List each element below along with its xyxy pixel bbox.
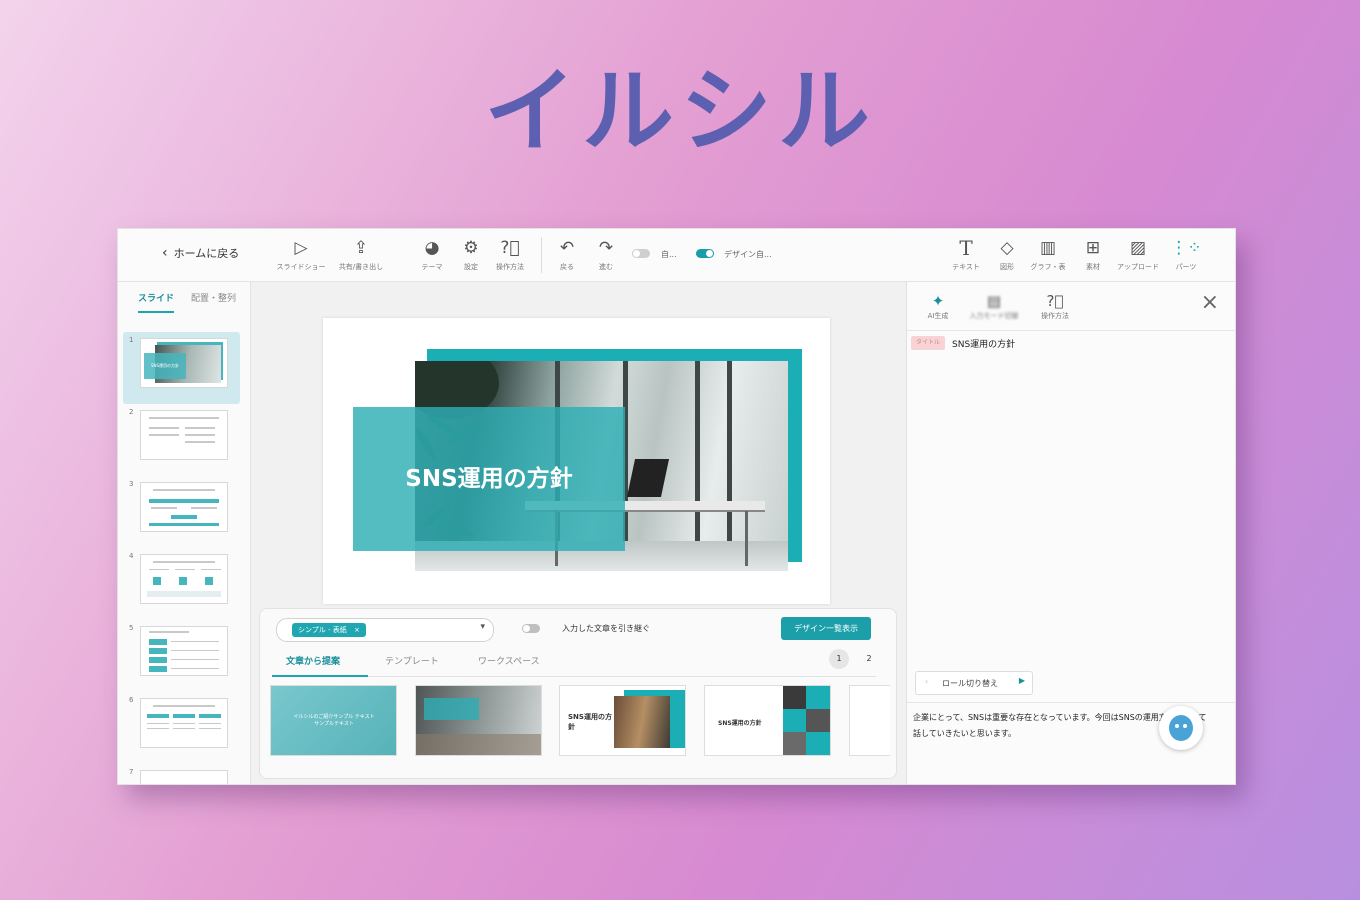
design-card-3-title: SNS運用の方針 xyxy=(568,713,612,731)
design-card-2[interactable] xyxy=(415,685,542,756)
share-export-button[interactable]: ⇪ 共有/書き出し xyxy=(331,237,391,272)
play-icon: ▶ xyxy=(1018,676,1025,685)
thumbnail-preview xyxy=(140,698,228,748)
outline-title[interactable]: SNS運用の方針 xyxy=(952,337,1015,350)
thumbnail-preview xyxy=(140,770,228,784)
play-screen-icon: ▷ xyxy=(294,238,308,258)
slide-title[interactable]: SNS運用の方針 xyxy=(353,459,625,493)
design-card-4-title: SNS運用の方針 xyxy=(718,720,762,727)
toolbar: ‹ ホームに戻る ▷ スライドショー ⇪ 共有/書き出し ◕ テーマ ⚙ 設定 … xyxy=(118,229,1235,282)
design-list-button[interactable]: デザイン一覧表示 xyxy=(781,617,871,640)
slide-thumbnail-6[interactable]: 6 xyxy=(118,692,250,764)
slide-number: 4 xyxy=(129,552,134,560)
slide-number: 3 xyxy=(129,480,134,488)
slide-thumbnail-4[interactable]: 4 xyxy=(118,548,250,620)
tab-suggest-from-text[interactable]: 文章から提案 xyxy=(286,654,340,667)
thumbnail-preview: SNS運用の方針 xyxy=(140,338,228,388)
slide-thumbnail-7[interactable]: 7 xyxy=(118,764,250,784)
thumbnail-preview xyxy=(140,410,228,460)
close-icon[interactable]: × xyxy=(354,626,360,634)
design-card-4[interactable]: SNS運用の方針 xyxy=(704,685,831,756)
redo-button[interactable]: ↷ 進む xyxy=(576,237,636,272)
tab-arrange[interactable]: 配置・整列 xyxy=(191,291,236,304)
back-home-button[interactable]: ‹ ホームに戻る xyxy=(162,245,239,261)
active-tab-underline xyxy=(272,675,368,677)
design-card-1-text: イルシルのご紹介サンプル テキストサンプルテキスト xyxy=(293,714,375,727)
share-icon: ⇪ xyxy=(353,238,369,258)
mascot-icon xyxy=(1169,715,1193,741)
slide-thumbnail-5[interactable]: 5 xyxy=(118,620,250,692)
slide-thumbnail-1[interactable]: 1 SNS運用の方針 xyxy=(123,332,240,404)
keep-text-label: 入力した文章を引き継ぐ xyxy=(562,624,650,633)
share-export-label: 共有/書き出し xyxy=(338,263,384,271)
slide-title-box[interactable]: SNS運用の方針 xyxy=(353,407,625,551)
slideshow-button[interactable]: ▷ スライドショー xyxy=(271,237,331,272)
parts-tool-button[interactable]: ⋮⁘ パーツ xyxy=(1156,237,1216,272)
input-mode-button[interactable]: ▤ 入力モード切替 xyxy=(967,291,1021,321)
role-switch-button[interactable]: ‹ ロール切り替え ▶ xyxy=(915,671,1033,695)
auto-toggle-label: 自... xyxy=(661,250,677,259)
assistant-chat-button[interactable] xyxy=(1159,706,1203,750)
role-switch-label: ロール切り替え xyxy=(942,679,998,688)
ai-generate-label: AI生成 xyxy=(927,312,949,320)
input-mode-label: 入力モード切替 xyxy=(969,312,1019,320)
input-mode-icon: ▤ xyxy=(986,292,1002,310)
design-auto-toggle[interactable] xyxy=(696,249,714,258)
slide-number: 2 xyxy=(129,408,134,416)
slide-canvas[interactable]: SNS運用の方針 xyxy=(323,318,830,604)
slide-thumbnail-3[interactable]: 3 xyxy=(118,476,250,548)
tab-template[interactable]: テンプレート xyxy=(385,654,439,667)
redo-icon: ↷ xyxy=(598,238,614,258)
slide-number: 5 xyxy=(129,624,134,632)
design-card-3[interactable]: SNS運用の方針 xyxy=(559,685,686,756)
slideshow-label: スライドショー xyxy=(276,263,326,271)
slide-number: 6 xyxy=(129,696,134,704)
ai-generate-button[interactable]: ✦ AI生成 xyxy=(911,291,965,321)
thumbnail-title: SNS運用の方針 xyxy=(150,363,180,368)
design-filter-select[interactable]: シンプル - 表紙 × ▾ xyxy=(276,618,494,642)
parts-tool-label: パーツ xyxy=(1175,263,1197,271)
design-card-1[interactable]: イルシルのご紹介サンプル テキストサンプルテキスト xyxy=(270,685,397,756)
design-auto-toggle-label: デザイン自... xyxy=(724,250,772,259)
hero-title: イルシル xyxy=(483,58,876,165)
slide-thumbnail-2[interactable]: 2 xyxy=(118,404,250,476)
help-circle-icon: ?⃝ xyxy=(1046,292,1064,310)
slide-thumbnail-list: 1 SNS運用の方針 2 3 4 5 6 7 xyxy=(118,332,250,784)
page-1-button[interactable]: 1 xyxy=(829,649,849,669)
filter-chip[interactable]: シンプル - 表紙 × xyxy=(292,623,366,637)
thumbnail-preview xyxy=(140,626,228,676)
chevron-left-icon: ‹ xyxy=(162,245,168,261)
chevron-left-icon: ‹ xyxy=(925,677,929,686)
design-panel: シンプル - 表紙 × ▾ 入力した文章を引き継ぐ デザイン一覧表示 文章から提… xyxy=(259,608,897,779)
ai-help-label: 操作方法 xyxy=(1041,312,1069,320)
ai-panel: ✦ AI生成 ▤ 入力モード切替 ?⃝ 操作方法 × タイトル SNS運用の方針… xyxy=(906,282,1235,784)
help-label: 操作方法 xyxy=(496,263,524,271)
close-icon[interactable]: × xyxy=(1201,290,1219,315)
slide-number: 7 xyxy=(129,768,134,776)
help-circle-icon: ?⃝ xyxy=(500,238,520,258)
tab-workspace[interactable]: ワークスペース xyxy=(478,654,540,667)
design-card-5[interactable] xyxy=(849,685,890,756)
keep-text-toggle[interactable] xyxy=(522,624,540,633)
auto-toggle[interactable] xyxy=(632,249,650,258)
slide-list-panel: スライド 配置・整列 1 SNS運用の方針 2 3 4 5 6 7 xyxy=(118,282,251,784)
help-button[interactable]: ?⃝ 操作方法 xyxy=(480,237,540,272)
app-window: ‹ ホームに戻る ▷ スライドショー ⇪ 共有/書き出し ◕ テーマ ⚙ 設定 … xyxy=(117,228,1236,785)
chevron-down-icon[interactable]: ▾ xyxy=(480,622,485,632)
slide-number: 1 xyxy=(129,336,134,344)
sparkle-icon: ✦ xyxy=(931,292,945,310)
thumbnail-preview xyxy=(140,554,228,604)
redo-label: 進む xyxy=(599,263,613,271)
thumbnail-preview xyxy=(140,482,228,532)
parts-icon: ⋮⁘ xyxy=(1170,238,1202,258)
filter-chip-label: シンプル - 表紙 xyxy=(298,626,347,634)
ai-help-button[interactable]: ?⃝ 操作方法 xyxy=(1028,291,1082,321)
tab-slides[interactable]: スライド xyxy=(138,291,175,313)
title-tag: タイトル xyxy=(911,336,946,350)
ai-panel-header: ✦ AI生成 ▤ 入力モード切替 ?⃝ 操作方法 × xyxy=(907,282,1235,331)
page-2-button[interactable]: 2 xyxy=(859,649,879,669)
back-home-label: ホームに戻る xyxy=(173,247,240,260)
ai-panel-divider xyxy=(907,702,1235,703)
